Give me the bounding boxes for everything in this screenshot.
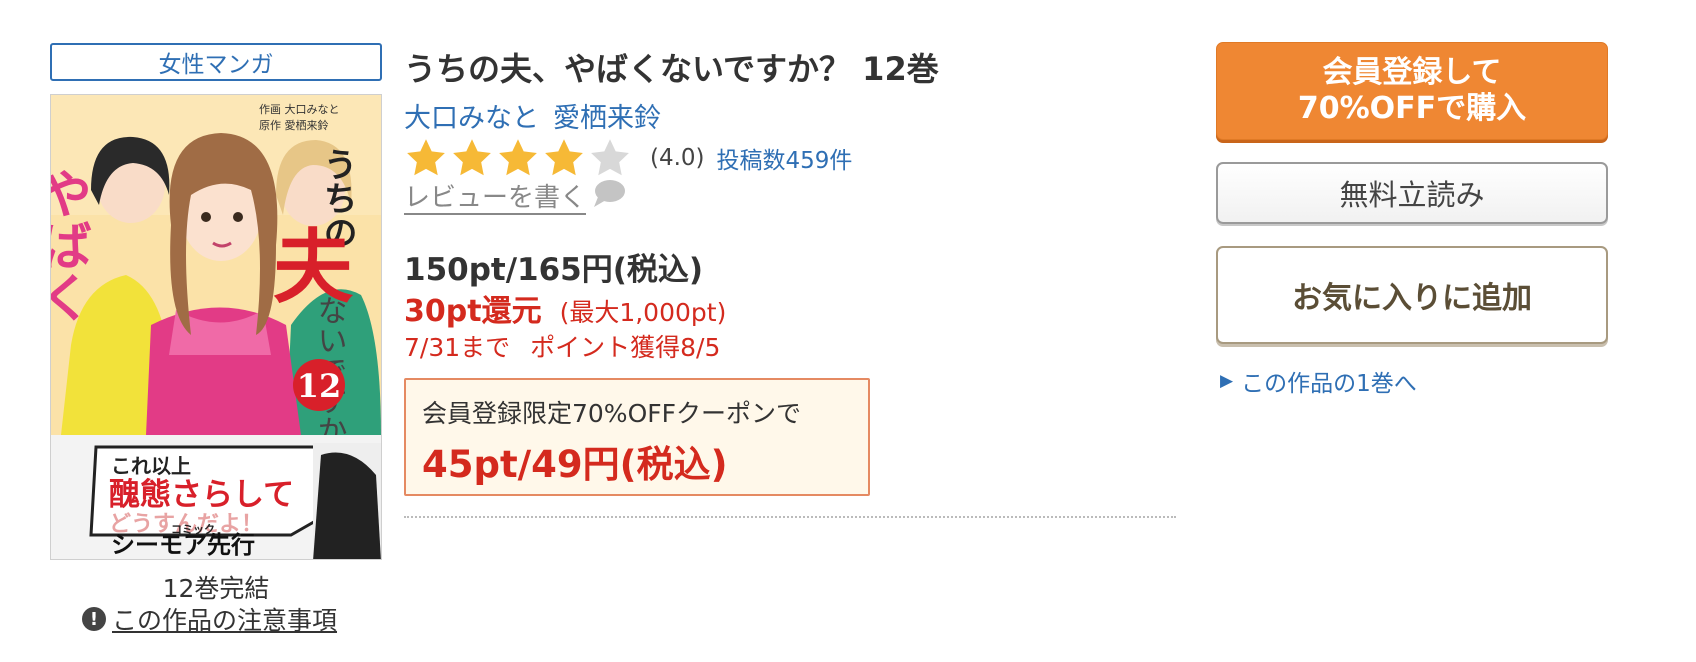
reward-points: 30pt還元 — [404, 294, 542, 329]
cover-title-pink: やばく — [51, 167, 92, 323]
register-and-buy-button[interactable]: 会員登録して 70%OFFで購入 — [1216, 42, 1608, 140]
coupon-box: 会員登録限定70%OFFクーポンで 45pt/49円(税込) — [404, 378, 870, 496]
write-review-link[interactable]: レビューを書く — [404, 180, 626, 215]
notice-link-label[interactable]: この作品の注意事項 — [112, 601, 337, 637]
cover-credit-writer: 原作 愛栖来鈴 — [259, 118, 329, 132]
write-review-label[interactable]: レビューを書く — [404, 183, 587, 215]
cover-banner-line2: 醜態さらして — [109, 477, 294, 513]
cover-label: シーモア先行 — [111, 531, 255, 559]
first-volume-label[interactable]: この作品の1巻へ — [1241, 364, 1417, 398]
divider — [404, 516, 1176, 518]
point-reward: 30pt還元 (最大1,000pt) — [404, 286, 726, 330]
triangle-right-icon: ▶ — [1220, 371, 1234, 391]
star-icon — [591, 139, 629, 176]
cover-credit-artist: 作画 大口みなと — [259, 102, 340, 116]
coupon-label: 会員登録限定70%OFFクーポンで — [422, 399, 802, 428]
deadline-date: 7/31まで — [404, 333, 511, 362]
add-favorite-button[interactable]: お気に入りに追加 — [1216, 246, 1608, 344]
star-icon — [499, 139, 537, 176]
notice-link[interactable]: ! この作品の注意事項 — [82, 601, 337, 637]
author-link[interactable]: 大口みなと — [404, 96, 539, 135]
buy-button-line2: 70%OFFで購入 — [1297, 91, 1527, 126]
star-icon — [545, 139, 583, 176]
buy-button-line1: 会員登録して — [1322, 55, 1502, 90]
book-cover-image[interactable]: うちの 夫 やばく ないですか？ 作画 大口みなと 原作 愛栖来鈴 12 これ以… — [50, 94, 382, 560]
volumes-status: 12巻完結 — [162, 574, 270, 603]
cover-volume-number: 12 — [297, 367, 342, 405]
author-link[interactable]: 愛栖来鈴 — [553, 96, 661, 135]
rating-score: (4.0) — [650, 145, 705, 171]
rating-row: (4.0) 投稿数459件 — [404, 136, 852, 180]
author-list: 大口みなと 愛栖来鈴 — [404, 96, 661, 135]
speech-bubble-icon — [594, 180, 626, 207]
cover-banner-line1: これ以上 — [111, 454, 191, 478]
reward-deadline: 7/31まで ポイント獲得8/5 — [404, 328, 720, 364]
review-count-link[interactable]: 投稿数459件 — [717, 141, 853, 175]
price: 150pt/165円(税込) — [404, 252, 704, 288]
exclamation-icon: ! — [82, 607, 106, 631]
points-grant-date: ポイント獲得8/5 — [530, 333, 721, 362]
category-badge[interactable]: 女性マンガ — [50, 43, 382, 81]
free-read-button[interactable]: 無料立読み — [1216, 162, 1608, 224]
star-icon — [407, 139, 445, 176]
reward-max: (最大1,000pt) — [559, 298, 727, 327]
rating-stars — [404, 136, 632, 180]
coupon-price: 45pt/49円(税込) — [422, 443, 728, 486]
first-volume-link[interactable]: ▶ この作品の1巻へ — [1220, 364, 1417, 398]
star-icon — [453, 139, 491, 176]
book-title: うちの夫、やばくないですか？ 12巻 — [404, 50, 939, 88]
